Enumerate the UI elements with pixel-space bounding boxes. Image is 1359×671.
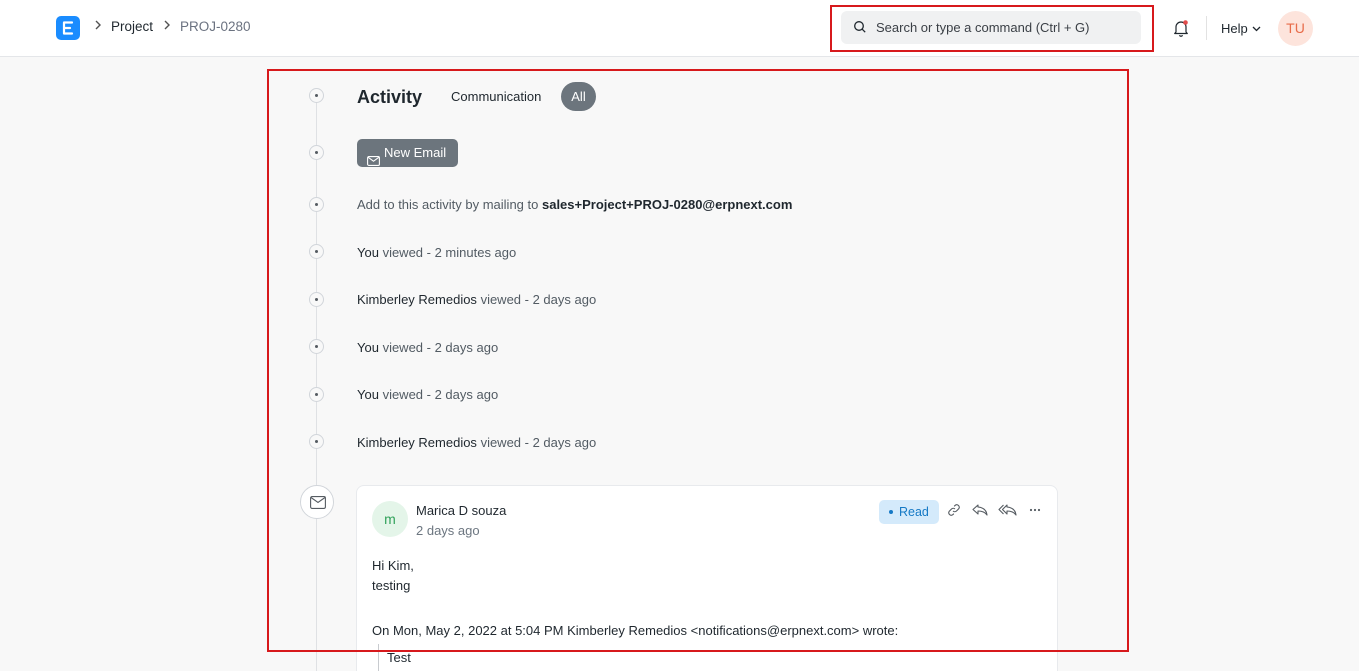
search-icon xyxy=(853,20,867,37)
activity-user[interactable]: You xyxy=(357,387,379,402)
email-timestamp: 2 days ago xyxy=(416,523,480,538)
activity-text: viewed - 2 days ago xyxy=(382,387,499,402)
chevron-right-icon xyxy=(93,18,103,35)
breadcrumb-document[interactable]: PROJ-0280 xyxy=(180,19,251,34)
quote-header: On Mon, May 2, 2022 at 5:04 PM Kimberley… xyxy=(372,623,899,638)
activity-title: Activity xyxy=(357,87,423,107)
user-avatar[interactable]: TU xyxy=(1278,11,1313,46)
timeline-dot xyxy=(309,145,324,160)
tab-communication[interactable]: Communication xyxy=(451,89,541,104)
search-bar[interactable] xyxy=(841,11,1141,44)
activity-text: viewed - 2 days ago xyxy=(382,340,499,355)
chevron-down-icon xyxy=(1252,20,1261,35)
link-icon[interactable] xyxy=(947,503,961,520)
activity-user[interactable]: You xyxy=(357,245,379,260)
email-body: Hi Kim, testing xyxy=(372,556,414,596)
activity-item: Kimberley Remedios viewed - 2 days ago xyxy=(357,435,596,450)
timeline-line xyxy=(316,96,317,671)
reply-all-icon[interactable] xyxy=(998,503,1018,520)
activity-text: viewed - 2 days ago xyxy=(480,292,597,307)
help-dropdown[interactable]: Help xyxy=(1221,20,1261,36)
tab-all[interactable]: All xyxy=(561,82,596,111)
email-body-line: testing xyxy=(372,578,411,593)
breadcrumb-project[interactable]: Project xyxy=(111,19,153,34)
read-status-badge: Read xyxy=(879,500,939,524)
activity-item: You viewed - 2 days ago xyxy=(357,340,498,355)
sender-name[interactable]: Marica D souza xyxy=(416,503,506,518)
bell-icon[interactable] xyxy=(1171,18,1191,41)
reply-icon[interactable] xyxy=(971,503,989,520)
activity-user[interactable]: Kimberley Remedios xyxy=(357,292,477,307)
more-icon[interactable] xyxy=(1028,503,1042,520)
search-input[interactable] xyxy=(876,11,1131,44)
chevron-right-icon xyxy=(162,18,172,35)
timeline-dot xyxy=(309,292,324,307)
navbar: Project PROJ-0280 Help TU xyxy=(0,0,1359,57)
activity-item: Kimberley Remedios viewed - 2 days ago xyxy=(357,292,596,307)
activity-user[interactable]: Kimberley Remedios xyxy=(357,435,477,450)
help-label: Help xyxy=(1221,21,1248,36)
timeline-dot xyxy=(309,434,324,449)
timeline-dot xyxy=(309,387,324,402)
timeline-dot xyxy=(309,244,324,259)
activity-item: You viewed - 2 days ago xyxy=(357,387,498,402)
mailing-prefix: Add to this activity by mailing to xyxy=(357,197,539,212)
timeline-dot xyxy=(309,339,324,354)
mailing-address[interactable]: sales+Project+PROJ-0280@erpnext.com xyxy=(542,197,792,212)
mailing-instruction: Add to this activity by mailing to sales… xyxy=(357,197,792,212)
timeline-dot xyxy=(309,197,324,212)
envelope-icon xyxy=(367,148,380,176)
email-card: m Marica D souza 2 days ago Read Hi Kim,… xyxy=(356,485,1058,671)
email-timeline-icon xyxy=(300,485,334,519)
activity-user[interactable]: You xyxy=(357,340,379,355)
new-email-button[interactable]: New Email xyxy=(357,139,458,167)
timeline-dot xyxy=(309,88,324,103)
activity-text: viewed - 2 minutes ago xyxy=(382,245,517,260)
nav-divider xyxy=(1206,16,1207,40)
quoted-text: Test xyxy=(378,644,411,671)
activity-text: viewed - 2 days ago xyxy=(480,435,597,450)
app-logo-icon[interactable] xyxy=(56,16,80,40)
activity-item: You viewed - 2 minutes ago xyxy=(357,245,516,260)
new-email-label: New Email xyxy=(384,145,447,160)
sender-avatar: m xyxy=(372,501,408,537)
email-body-line: Hi Kim, xyxy=(372,558,414,573)
